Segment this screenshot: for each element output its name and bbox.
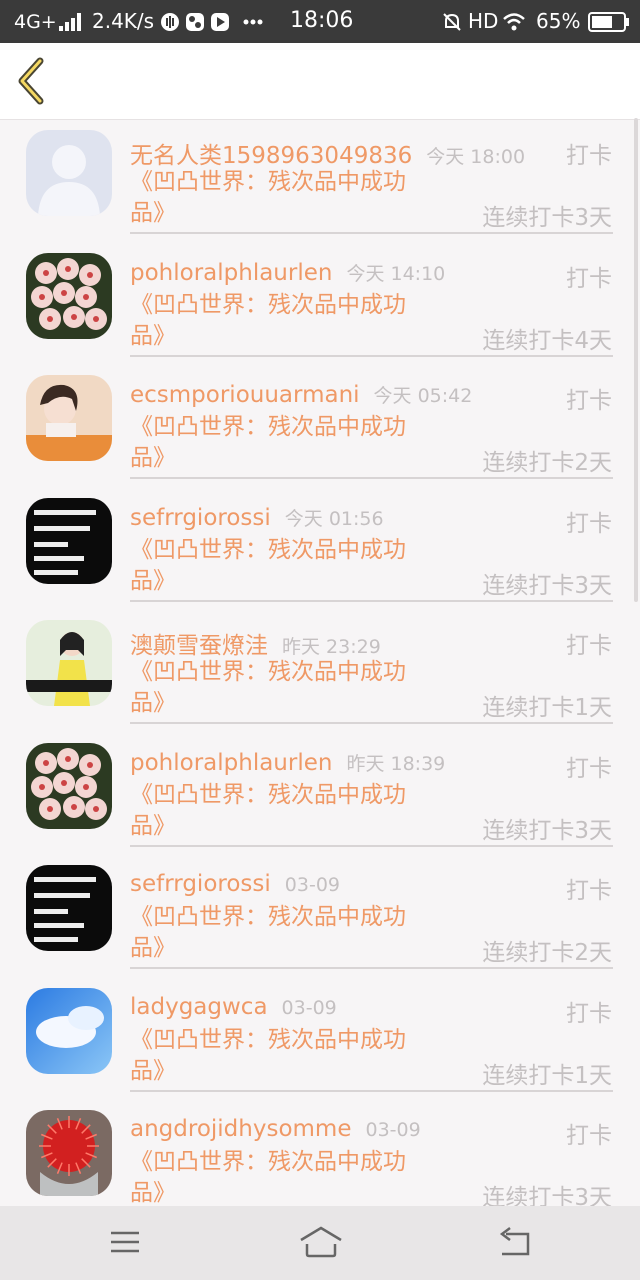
book-title[interactable]: 《凹凸世界：残次品中成功品》 <box>130 780 440 842</box>
streak-count: 连续打卡4天 <box>482 327 612 354</box>
checkin-time: 昨天 18:39 <box>346 752 446 775</box>
username[interactable]: ladygagwca <box>130 994 268 1020</box>
username[interactable]: pohloralphlaurlen <box>130 750 332 776</box>
girl-photo-avatar[interactable] <box>26 375 112 461</box>
cactus-avatar[interactable] <box>26 1110 112 1196</box>
streak-count: 连续打卡2天 <box>482 940 612 966</box>
battery-percent: 65% <box>536 9 581 33</box>
book-title[interactable]: 《凹凸世界：残次品中成功品》 <box>130 657 440 719</box>
book-title[interactable]: 《凹凸世界：残次品中成功品》 <box>130 1147 440 1206</box>
hd-label: HD <box>468 9 499 33</box>
system-nav-bar <box>0 1206 640 1280</box>
book-title[interactable]: 《凹凸世界：残次品中成功品》 <box>130 290 440 352</box>
home-icon <box>300 1226 342 1258</box>
top-bar <box>0 43 640 120</box>
checkin-time: 今天 14:10 <box>346 262 446 285</box>
list-item[interactable]: angdrojidhysomme 03-09 打卡 《凹凸世界：残次品中成功品》 … <box>0 1100 640 1206</box>
checkin-label: 打卡 <box>566 143 612 169</box>
default-avatar[interactable] <box>26 130 112 216</box>
streak-count: 连续打卡3天 <box>482 817 612 844</box>
checkin-label: 打卡 <box>566 1000 612 1027</box>
streak-count: 连续打卡2天 <box>482 450 612 476</box>
checkin-label: 打卡 <box>566 1123 612 1149</box>
streak-count: 连续打卡1天 <box>482 1062 612 1089</box>
app-notification-icon <box>186 13 204 31</box>
book-title[interactable]: 《凹凸世界：残次品中成功品》 <box>130 902 440 964</box>
checkin-label: 打卡 <box>566 265 612 292</box>
home-button[interactable] <box>299 1224 343 1260</box>
username[interactable]: ecsmporiouuarmani <box>130 382 360 408</box>
text-image-avatar[interactable] <box>26 497 112 584</box>
back-nav-button[interactable] <box>496 1224 536 1260</box>
status-time: 18:06 <box>290 8 354 33</box>
list-item[interactable]: ladygagwca 03-09 打卡 《凹凸世界：残次品中成功品》 连续打卡1天 <box>0 978 640 1101</box>
list-item[interactable]: 无名人类1598963049836 今天 18:00 打卡 《凹凸世界：残次品中成… <box>0 120 640 243</box>
battery-icon <box>588 12 629 32</box>
chevron-left-icon <box>18 57 44 105</box>
streak-count: 连续打卡3天 <box>482 572 612 599</box>
wifi-icon <box>503 13 525 31</box>
username[interactable]: sefrrgiorossi <box>130 505 271 531</box>
video-app-icon <box>211 13 229 31</box>
list-item[interactable]: 澳颠雪蚕燎洼 昨天 23:29 打卡 《凹凸世界：残次品中成功品》 连续打卡1天 <box>0 610 640 733</box>
divider <box>130 599 613 602</box>
username[interactable]: pohloralphlaurlen <box>130 260 332 286</box>
checkin-label: 打卡 <box>566 633 612 659</box>
book-title[interactable]: 《凹凸世界：残次品中成功品》 <box>130 1025 440 1087</box>
scrollbar[interactable] <box>634 118 638 602</box>
status-bar: 4G+ 2.4K/s 18:06 HD 65% <box>0 0 640 43</box>
book-title[interactable]: 《凹凸世界：残次品中成功品》 <box>130 535 440 597</box>
checkin-time: 今天 05:42 <box>373 385 473 407</box>
username[interactable]: angdrojidhysomme <box>130 1116 351 1142</box>
checkin-time: 今天 18:00 <box>426 146 526 168</box>
menu-button[interactable] <box>105 1224 145 1260</box>
checkin-label: 打卡 <box>566 755 612 782</box>
voice-app-icon <box>161 13 179 31</box>
book-title[interactable]: 《凹凸世界：残次品中成功品》 <box>130 412 440 474</box>
divider <box>130 722 613 724</box>
yellow-dress-avatar[interactable] <box>26 620 112 706</box>
list-item[interactable]: pohloralphlaurlen 今天 14:10 打卡 《凹凸世界：残次品中成… <box>0 243 640 366</box>
streak-count: 连续打卡3天 <box>482 205 612 231</box>
list-item[interactable]: sefrrgiorossi 03-09 打卡 《凹凸世界：残次品中成功品》 连续打… <box>0 855 640 978</box>
network-type: 4G+ <box>14 11 57 33</box>
mute-icon <box>443 13 461 31</box>
back-button[interactable] <box>14 57 54 105</box>
checkin-time: 03-09 <box>365 1119 421 1141</box>
list-item[interactable]: ecsmporiouuarmani 今天 05:42 打卡 《凹凸世界：残次品中成… <box>0 365 640 488</box>
divider <box>130 1089 613 1092</box>
checkin-time: 昨天 23:29 <box>282 636 381 658</box>
streak-count: 连续打卡1天 <box>482 695 612 721</box>
username[interactable]: sefrrgiorossi <box>130 871 271 897</box>
divider <box>130 967 613 969</box>
streak-count: 连续打卡3天 <box>482 1185 612 1206</box>
checkin-label: 打卡 <box>566 878 612 904</box>
checkin-label: 打卡 <box>566 388 612 414</box>
checkin-time: 03-09 <box>281 996 337 1019</box>
sky-avatar[interactable] <box>26 987 112 1074</box>
network-speed: 2.4K/s <box>92 9 155 33</box>
list-item[interactable]: pohloralphlaurlen 昨天 18:39 打卡 《凹凸世界：残次品中成… <box>0 733 640 856</box>
text-image-avatar[interactable] <box>26 865 112 951</box>
list-item[interactable]: sefrrgiorossi 今天 01:56 打卡 《凹凸世界：残次品中成功品》 … <box>0 488 640 611</box>
flowers-avatar[interactable] <box>26 252 112 339</box>
checkin-time: 03-09 <box>284 874 340 896</box>
username[interactable]: 无名人类1598963049836 <box>130 143 412 169</box>
checkin-time: 今天 01:56 <box>284 507 384 530</box>
book-title[interactable]: 《凹凸世界：残次品中成功品》 <box>130 167 440 229</box>
username[interactable]: 澳颠雪蚕燎洼 <box>130 633 268 659</box>
flowers-avatar[interactable] <box>26 742 112 829</box>
back-arrow-icon <box>499 1227 530 1256</box>
divider <box>130 232 613 234</box>
signal-icon <box>59 13 81 31</box>
divider <box>130 354 613 357</box>
more-icon <box>243 19 263 25</box>
menu-icon <box>111 1231 139 1253</box>
checkin-list: 无名人类1598963049836 今天 18:00 打卡 《凹凸世界：残次品中成… <box>0 120 640 1206</box>
divider <box>130 844 613 847</box>
checkin-label: 打卡 <box>566 510 612 537</box>
divider <box>130 477 613 479</box>
